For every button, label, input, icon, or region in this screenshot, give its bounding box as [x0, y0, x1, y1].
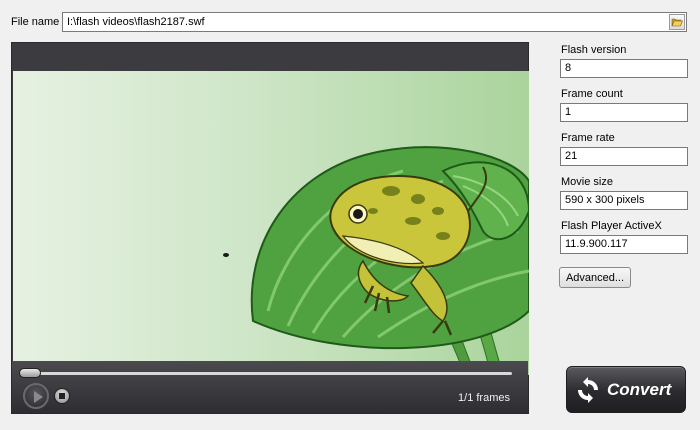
frames-counter: 1/1 frames [458, 392, 510, 404]
seek-thumb[interactable] [19, 368, 41, 378]
file-name-label: File name [11, 16, 60, 28]
movie-size-field[interactable]: 590 x 300 pixels [560, 191, 688, 210]
flash-player: 1/1 frames [11, 42, 529, 414]
frame-count-label: Frame count [561, 88, 623, 100]
folder-open-icon [671, 18, 683, 27]
convert-button[interactable]: Convert [566, 366, 686, 413]
frog-on-leaf-image [223, 146, 529, 375]
advanced-button[interactable]: Advanced... [559, 267, 631, 288]
file-name-input[interactable] [62, 12, 687, 32]
stop-button[interactable] [54, 388, 70, 404]
flash-version-label: Flash version [561, 44, 627, 56]
flash-version-field[interactable]: 8 [560, 59, 688, 78]
movie-size-label: Movie size [561, 176, 613, 188]
convert-label: Convert [607, 379, 672, 399]
seek-bar[interactable] [22, 372, 512, 375]
frame-rate-field[interactable]: 21 [560, 147, 688, 166]
playback-controls: 1/1 frames [12, 361, 528, 413]
flash-player-activex-field[interactable]: 11.9.900.117 [560, 235, 688, 254]
convert-arrows-icon [578, 376, 598, 403]
fly-image [223, 253, 229, 257]
frame-rate-label: Frame rate [561, 132, 615, 144]
play-button[interactable] [23, 383, 49, 409]
flash-player-activex-label: Flash Player ActiveX [561, 220, 662, 232]
frame-count-field[interactable]: 1 [560, 103, 688, 122]
browse-button[interactable] [669, 14, 685, 30]
movie-preview[interactable] [13, 71, 529, 375]
